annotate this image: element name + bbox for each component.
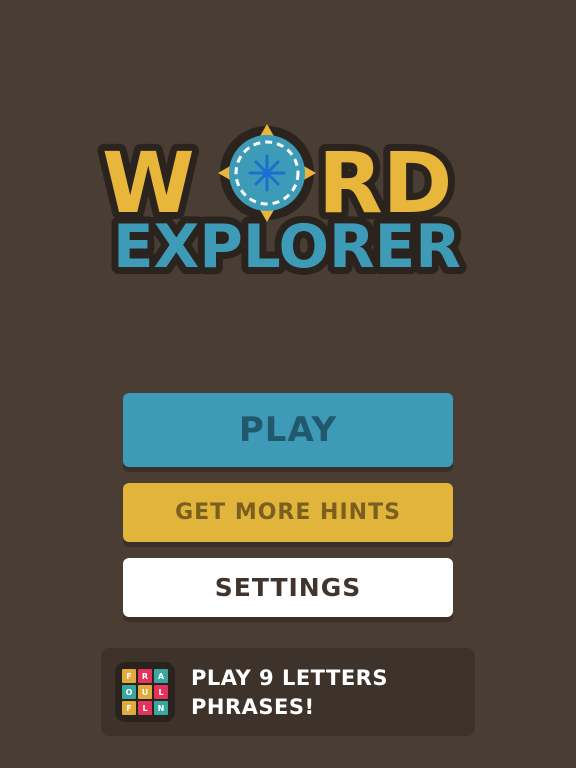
get-more-hints-button[interactable]: GET MORE HINTS: [123, 483, 453, 542]
promo-tile: F: [122, 701, 136, 715]
promo-text[interactable]: PLAY 9 LETTERS PHRASES!: [191, 664, 461, 722]
settings-button[interactable]: SETTINGS: [123, 558, 453, 617]
promo-tile: O: [122, 685, 136, 699]
compass-icon: [218, 124, 316, 222]
promo-tile: A: [154, 669, 168, 683]
logo-word-explorer: EXPLORER: [113, 212, 461, 282]
play-button[interactable]: PLAY: [123, 393, 453, 467]
promo-line-1: PLAY 9 LETTERS: [191, 666, 388, 690]
promo-tile: F: [122, 669, 136, 683]
promo-tile: R: [138, 669, 152, 683]
promo-app-icon[interactable]: FRAOULFLN: [115, 662, 175, 722]
promo-tile: N: [154, 701, 168, 715]
promo-banner[interactable]: FRAOULFLN PLAY 9 LETTERS PHRASES!: [101, 648, 475, 736]
promo-tile: L: [138, 701, 152, 715]
promo-tile: L: [154, 685, 168, 699]
promo-line-2: PHRASES!: [191, 695, 315, 719]
game-logo: W W RD RD EXPLORER EXPLORER: [0, 110, 576, 290]
promo-tile: U: [138, 685, 152, 699]
